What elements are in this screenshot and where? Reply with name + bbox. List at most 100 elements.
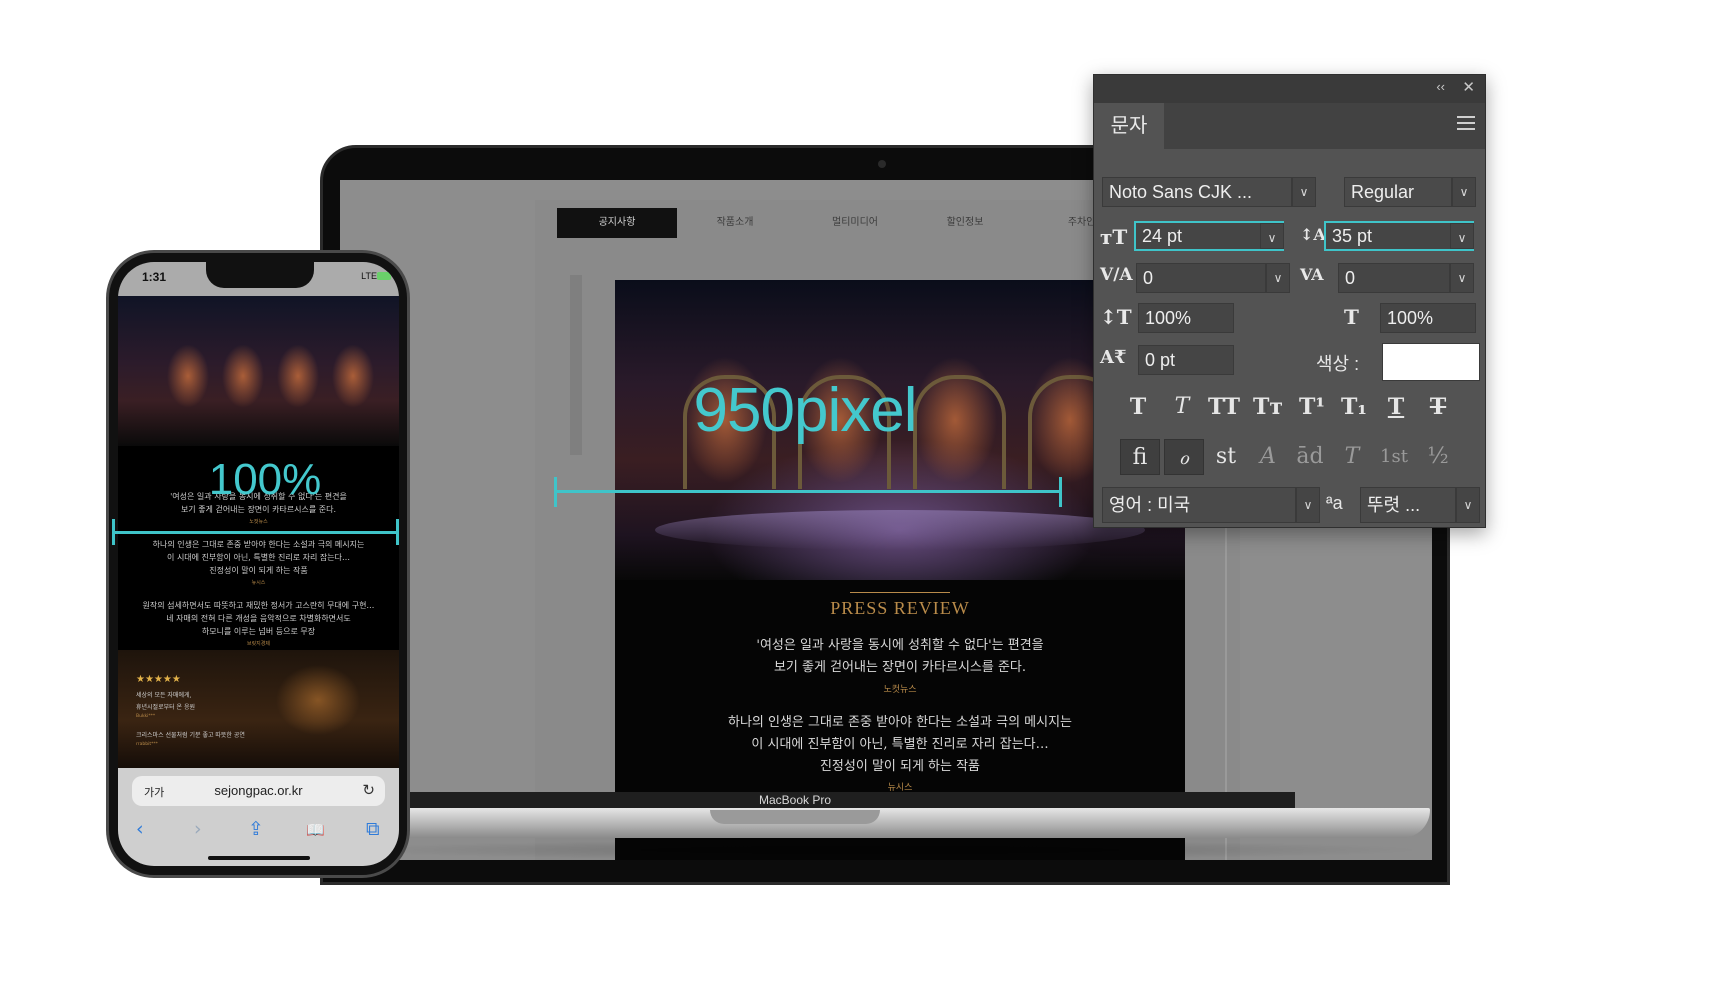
tracking-icon: VA xyxy=(1300,265,1324,284)
forward-icon[interactable]: › xyxy=(194,818,202,840)
press-review-title: PRESS REVIEW xyxy=(830,598,970,618)
back-icon[interactable]: ‹ xyxy=(136,818,144,840)
review-source: rrabbit*** xyxy=(136,742,158,747)
underline-button[interactable]: T xyxy=(1376,391,1416,423)
strikethrough-button[interactable]: T xyxy=(1418,391,1458,423)
laptop-shadow xyxy=(330,840,1430,860)
quote-line: 진정성이 말이 되게 하는 작품 xyxy=(209,566,308,575)
chevron-down-icon[interactable]: ∨ xyxy=(1260,223,1284,249)
phone-screen: 1:31 LTE '여성은 일과 사랑을 동시에 성취할 수 없다'는 편견을 … xyxy=(118,262,399,866)
rating-stars: ★★★★★ xyxy=(136,674,181,685)
tracking-field[interactable]: 0 xyxy=(1338,263,1450,293)
quote-line: 진정성이 말이 되게 하는 작품 xyxy=(819,759,981,774)
font-size-icon: ᴛT xyxy=(1100,225,1128,249)
nav-tab-intro[interactable]: 작품소개 xyxy=(680,208,790,238)
reload-icon[interactable]: ↻ xyxy=(362,781,375,799)
review-line: 크리스마스 선물처럼 기분 좋고 따뜻한 공연 xyxy=(136,732,245,739)
ligatures-button[interactable]: fi xyxy=(1120,439,1160,475)
laptop-brand: MacBook Pro xyxy=(758,793,832,807)
horizontal-scale-icon: T xyxy=(1344,305,1359,329)
nav-tab-notice[interactable]: 공지사항 xyxy=(557,208,677,238)
character-panel: ‹‹ ✕ 문자 Noto Sans CJK ... ∨ Regular ∨ ᴛT… xyxy=(1093,74,1486,528)
quote-source: 노컷뉴스 xyxy=(883,685,917,695)
chevron-down-icon[interactable]: ∨ xyxy=(1296,487,1320,523)
baseline-shift-icon: A₹ xyxy=(1100,347,1127,368)
close-icon[interactable]: ✕ xyxy=(1462,78,1475,96)
status-time: 1:31 xyxy=(142,270,167,284)
phone-measure-label: 100% xyxy=(208,455,322,504)
faux-bold-button[interactable]: T xyxy=(1118,391,1158,423)
vertical-scale-icon: ↕T xyxy=(1100,305,1132,329)
ornament-divider xyxy=(850,582,950,593)
review-line: 세상의 모든 자매에게, xyxy=(136,692,192,699)
quote-line: 하모니를 이루는 넘버 등으로 무장 xyxy=(201,627,316,636)
fractions-button[interactable]: ½ xyxy=(1418,439,1458,475)
quote-line: 보기 좋게 걷어내는 장면이 카타르시스를 준다. xyxy=(773,660,1027,675)
tabs-icon[interactable]: ⧉ xyxy=(366,818,380,840)
phone-notch xyxy=(206,262,314,288)
color-label: 색상 : xyxy=(1316,354,1360,374)
chevron-down-icon[interactable]: ∨ xyxy=(1292,177,1316,207)
width-measure-cap xyxy=(1059,477,1062,507)
font-style-select[interactable]: Regular xyxy=(1344,177,1452,207)
subscript-button[interactable]: T₁ xyxy=(1334,391,1374,423)
share-icon[interactable]: ⇪ xyxy=(248,818,264,840)
chevron-down-icon[interactable]: ∨ xyxy=(1450,263,1474,293)
horizontal-scale-field[interactable]: 100% xyxy=(1380,303,1476,333)
quote-line: 네 자매의 전혀 다른 개성을 음악적으로 차별화하면서도 xyxy=(166,614,351,623)
phone-measure-cap xyxy=(396,519,399,545)
chevron-down-icon[interactable]: ∨ xyxy=(1456,487,1480,523)
quote-line: 이 시대에 진부함이 아닌, 특별한 진리로 자리 잡는다… xyxy=(751,737,1049,752)
superscript-button[interactable]: T¹ xyxy=(1292,391,1332,423)
discretionary-ligatures-button[interactable]: ℴ xyxy=(1164,439,1204,475)
quote-source: 브릿지경제 xyxy=(246,641,270,647)
phone-measure-line xyxy=(113,531,399,534)
review-line: 휴년시절로부터 온 응원 xyxy=(136,704,196,711)
stage-photo xyxy=(118,296,399,446)
kerning-field[interactable]: 0 xyxy=(1136,263,1266,293)
width-measure-cap xyxy=(554,477,557,507)
titling-alternates-button[interactable]: T xyxy=(1332,439,1372,475)
quote-source: 뉴시스 xyxy=(251,580,266,586)
nav-tab-multimedia[interactable]: 멀티미디어 xyxy=(795,208,915,238)
width-measure-line xyxy=(556,490,1060,493)
review-source: Bukki*** xyxy=(136,714,156,719)
antialias-select[interactable]: 뚜렷 ... xyxy=(1360,487,1456,523)
baseline-shift-field[interactable]: 0 pt xyxy=(1138,345,1234,375)
chevron-down-icon[interactable]: ∨ xyxy=(1452,177,1476,207)
language-select[interactable]: 영어 : 미국 xyxy=(1102,487,1296,523)
faux-italic-button[interactable]: T xyxy=(1162,391,1202,423)
chevron-down-icon[interactable]: ∨ xyxy=(1450,223,1474,249)
quote-source: 노컷뉴스 xyxy=(249,519,268,525)
tab-character[interactable]: 문자 xyxy=(1094,103,1164,149)
home-indicator xyxy=(208,856,310,860)
address-bar[interactable]: 가가 sejongpac.or.kr ↻ xyxy=(132,776,385,806)
laptop-camera xyxy=(878,160,886,168)
kerning-icon: V/A xyxy=(1100,265,1133,285)
width-measure-label: 950pixel xyxy=(693,376,918,445)
small-caps-button[interactable]: Tт xyxy=(1248,391,1288,423)
panel-tabbar: 문자 xyxy=(1094,103,1485,149)
panel-menu-icon[interactable] xyxy=(1457,116,1475,130)
bookmarks-icon[interactable]: 📖 xyxy=(306,821,325,839)
color-swatch[interactable] xyxy=(1382,343,1480,381)
browser-toolbar: 가가 sejongpac.or.kr ↻ ‹ › ⇪ 📖 ⧉ xyxy=(118,768,399,866)
stage-floor xyxy=(655,510,1145,550)
stylistic-alternates-button[interactable]: ād xyxy=(1290,439,1330,475)
swash-button[interactable]: A xyxy=(1248,439,1288,475)
leading-icon: ↕A xyxy=(1300,225,1326,244)
chevron-down-icon[interactable]: ∨ xyxy=(1266,263,1290,293)
quote-line: '여성은 일과 사랑을 동시에 성취할 수 없다'는 편견을 xyxy=(756,638,1044,653)
ordinals-button[interactable]: 1st xyxy=(1374,439,1414,475)
contextual-alternates-button[interactable]: st xyxy=(1206,439,1246,475)
nav-tab-discount[interactable]: 할인정보 xyxy=(915,208,1015,238)
url-text[interactable]: sejongpac.or.kr xyxy=(132,783,385,798)
laptop-notch xyxy=(710,810,880,824)
font-family-select[interactable]: Noto Sans CJK ... xyxy=(1102,177,1292,207)
panel-titlebar: ‹‹ ✕ xyxy=(1094,75,1485,103)
signal-indicator: LTE xyxy=(361,271,377,281)
quote-line: 하나의 인생은 그대로 존중 받아야 한다는 소설과 극의 메시지는 xyxy=(727,715,1073,730)
vertical-scale-field[interactable]: 100% xyxy=(1138,303,1234,333)
all-caps-button[interactable]: TT xyxy=(1204,391,1244,423)
collapse-icon[interactable]: ‹‹ xyxy=(1436,79,1445,94)
